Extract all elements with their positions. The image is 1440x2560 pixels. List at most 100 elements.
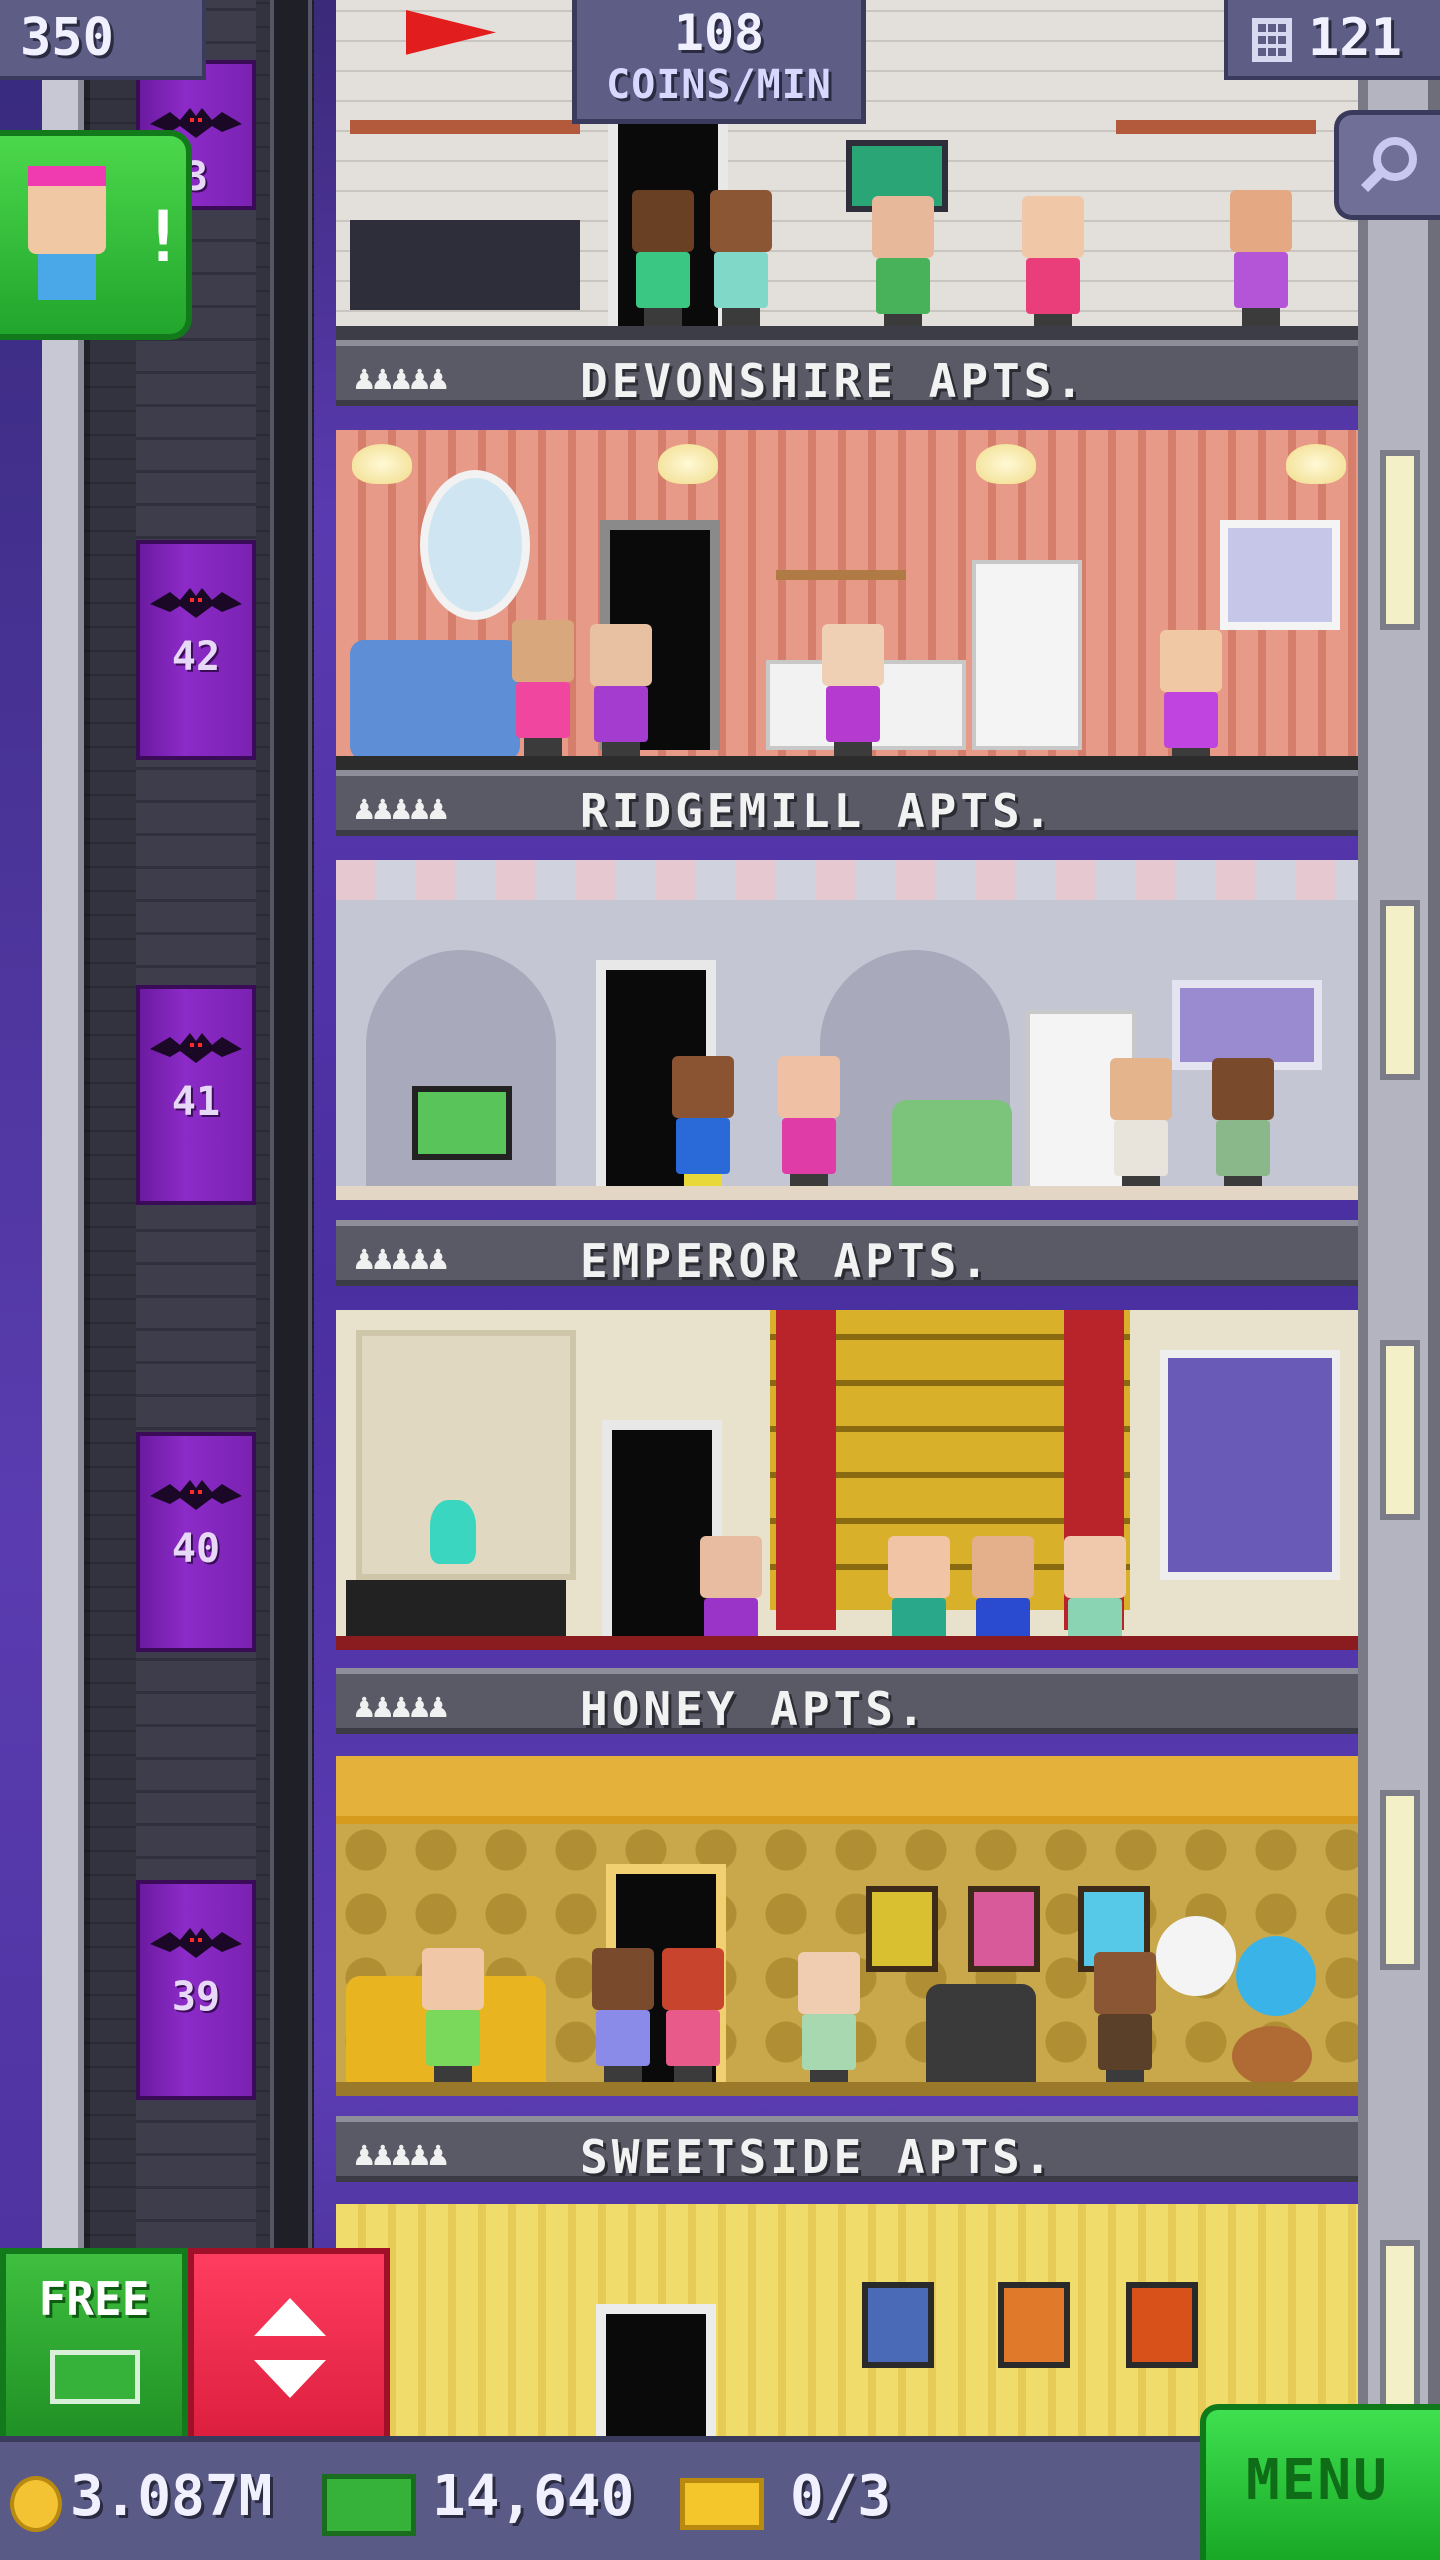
elevator-car[interactable]: 39 [136, 1880, 256, 2100]
resident[interactable] [704, 190, 778, 330]
tower-bux-icon [322, 2474, 416, 2536]
floor-ridgemill[interactable] [336, 430, 1358, 770]
floor-label-emperor[interactable]: ♟♟♟♟♟ EMPEROR APTS. [336, 1220, 1358, 1288]
resident[interactable] [666, 1056, 740, 1196]
floor-honey[interactable] [336, 1310, 1358, 1650]
floor-ground [336, 326, 1358, 340]
room-background [336, 2204, 1358, 2436]
free-bux-button[interactable]: FREE [0, 2248, 188, 2448]
bat-icon [150, 1928, 242, 1958]
magnifier-icon [1360, 137, 1417, 193]
resident[interactable] [416, 1948, 490, 2088]
resident[interactable] [694, 1536, 768, 1650]
floor-ground [336, 2082, 1358, 2096]
visitor-avatar [28, 176, 106, 254]
golden-ticket-icon [680, 2478, 764, 2530]
tv-screen [412, 1086, 512, 1160]
elevator-car[interactable]: 42 [136, 540, 256, 760]
resident[interactable] [792, 1952, 866, 2092]
resident[interactable] [1224, 190, 1298, 330]
bee-portrait [968, 1886, 1040, 1972]
bunk-bed [350, 120, 580, 134]
dripping-honey [336, 1756, 1358, 1824]
free-label: FREE [38, 2272, 150, 2326]
visitor-notification-button[interactable]: ! [0, 130, 192, 340]
wall-window [1220, 520, 1340, 630]
tower-window [1380, 450, 1420, 630]
floor-name: SWEETSIDE APTS. [580, 2130, 1056, 2184]
resident[interactable] [1104, 1058, 1178, 1198]
resident[interactable] [772, 1056, 846, 1196]
wall-window [1172, 980, 1322, 1070]
resident[interactable] [656, 1948, 730, 2088]
tower-window [1380, 900, 1420, 1080]
floor-sweetside[interactable] [336, 1756, 1358, 2096]
floor-occupancy-icons: ♟♟♟♟♟ [354, 1686, 448, 1726]
daisy-flower [1156, 1916, 1236, 1996]
resident[interactable] [1154, 630, 1228, 770]
coins-value: 3.087M [70, 2464, 273, 2529]
population-counter[interactable]: 350 [0, 0, 206, 80]
elevator-car[interactable]: 40 [136, 1432, 256, 1652]
floor-emperor[interactable] [336, 860, 1358, 1200]
wall-picture [998, 2282, 1070, 2368]
floor-label-devonshire[interactable]: ♟♟♟♟♟ DEVONSHIRE APTS. [336, 340, 1358, 408]
floor-count-value: 121 [1308, 8, 1402, 68]
resident[interactable] [586, 1948, 660, 2088]
floor-label-ridgemill[interactable]: ♟♟♟♟♟ RIDGEMILL APTS. [336, 770, 1358, 838]
floor-yellow-gallery[interactable] [336, 2204, 1358, 2436]
bux-value: 14,640 [432, 2464, 635, 2529]
vip-value: 0/3 [790, 2464, 892, 2529]
bunk-bed [1116, 120, 1316, 134]
floor-name: EMPEROR APTS. [580, 1234, 993, 1288]
sky-strip [0, 0, 42, 2560]
resident[interactable] [1088, 1952, 1162, 2092]
desk [350, 220, 580, 310]
resident[interactable] [882, 1536, 956, 1650]
floor-label-sweetside[interactable]: ♟♟♟♟♟ SWEETSIDE APTS. [336, 2116, 1358, 2184]
bat-icon [150, 1480, 242, 1510]
coins-per-min-panel[interactable]: 108 COINS/MIN [572, 0, 866, 124]
wallpaper-trim [336, 860, 1358, 900]
resident[interactable] [584, 624, 658, 764]
visitor-body [38, 254, 96, 300]
coins-per-min-value: 108 [673, 4, 765, 62]
resident[interactable] [966, 1536, 1040, 1650]
elevator-floor-number: 42 [171, 634, 221, 680]
up-down-arrows-icon [254, 2298, 326, 2398]
search-button[interactable] [1334, 110, 1440, 220]
floor-ground [336, 1186, 1358, 1200]
armchair [926, 1984, 1036, 2096]
menu-button[interactable]: MENU [1200, 2404, 1440, 2560]
wall-window [1160, 1350, 1340, 1580]
floor-label-honey[interactable]: ♟♟♟♟♟ HONEY APTS. [336, 1668, 1358, 1736]
visitor-hair [28, 166, 106, 186]
floor-occupancy-icons: ♟♟♟♟♟ [354, 2134, 448, 2174]
refrigerator [972, 560, 1082, 750]
resident[interactable] [626, 190, 700, 330]
floor-name: DEVONSHIRE APTS. [580, 354, 1088, 408]
alert-icon: ! [142, 196, 185, 278]
floor-occupancy-icons: ♟♟♟♟♟ [354, 788, 448, 828]
resident[interactable] [1016, 196, 1090, 336]
resident[interactable] [1206, 1058, 1280, 1198]
floor-name: RIDGEMILL APTS. [580, 784, 1056, 838]
floor-ground [336, 756, 1358, 770]
elevator-car[interactable]: 41 [136, 985, 256, 1205]
elevator-floor-number: 40 [171, 1526, 221, 1572]
tower-window [1380, 2240, 1420, 2420]
wall-picture [1126, 2282, 1198, 2368]
ceiling-lamp [658, 444, 718, 484]
floor-counter[interactable]: 121 [1224, 0, 1440, 80]
menu-label: MENU [1246, 2448, 1389, 2513]
resident[interactable] [506, 620, 580, 760]
resident[interactable] [866, 196, 940, 336]
resident[interactable] [1058, 1536, 1132, 1650]
resident[interactable] [816, 624, 890, 764]
elevator-ride-button[interactable] [188, 2248, 390, 2448]
floor-occupancy-icons: ♟♟♟♟♟ [354, 1238, 448, 1278]
floor-ground [336, 1636, 1358, 1650]
population-value: 350 [20, 8, 114, 68]
floor-occupancy-icons: ♟♟♟♟♟ [354, 358, 448, 398]
sofa [350, 640, 520, 760]
